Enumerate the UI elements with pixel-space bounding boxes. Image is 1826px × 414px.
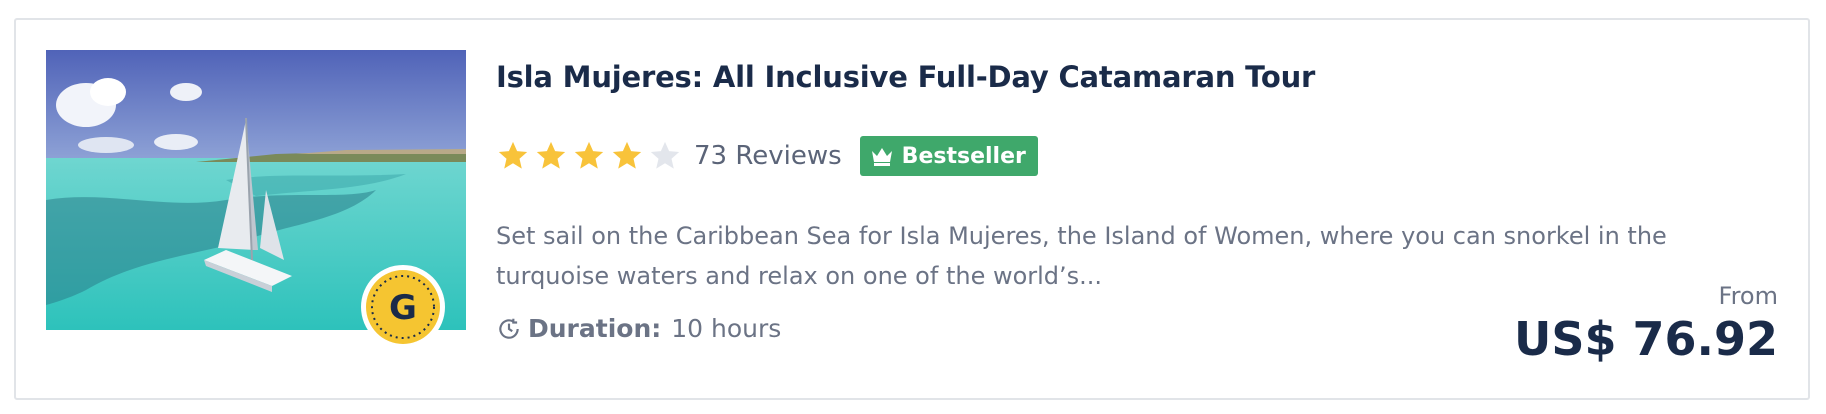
tour-title[interactable]: Isla Mujeres: All Inclusive Full-Day Cat… (496, 60, 1315, 94)
duration-label: Duration: (528, 314, 662, 343)
duration-row: Duration: 10 hours (496, 314, 781, 343)
clock-icon (499, 318, 519, 339)
rating-row: 73 Reviews Bestseller (496, 136, 1038, 176)
tour-price: US$ 76.92 (1513, 312, 1778, 366)
svg-text:G: G (389, 288, 417, 328)
star-icon (574, 141, 604, 169)
reviews-count[interactable]: 73 Reviews (694, 141, 842, 171)
star-rating (496, 139, 686, 173)
star-icon (498, 141, 528, 169)
star-icon (612, 141, 642, 169)
duration-value: 10 hours (671, 314, 782, 343)
crown-icon (871, 148, 892, 166)
star-empty-icon (650, 141, 680, 169)
gold-g-badge-icon: G (360, 264, 446, 350)
price-prefix: From (1718, 282, 1778, 310)
bestseller-badge: Bestseller (859, 136, 1038, 176)
price-block: From US$ 76.92 (1514, 282, 1778, 368)
star-icon (536, 141, 566, 169)
tour-card[interactable]: G Isla Mujeres: All Inclusive Full-Day C… (14, 18, 1810, 400)
bestseller-label: Bestseller (901, 143, 1026, 169)
